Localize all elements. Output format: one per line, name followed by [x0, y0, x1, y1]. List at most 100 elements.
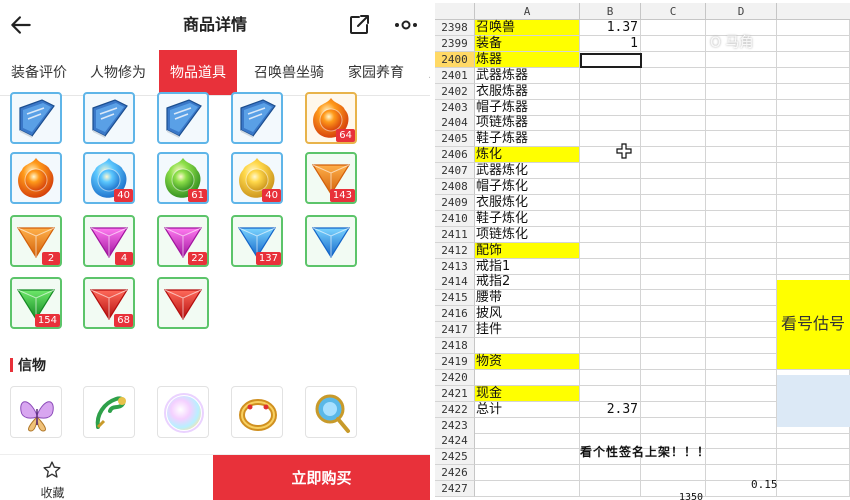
item-slot[interactable]: 4 [83, 215, 135, 267]
row-number[interactable]: 2407 [435, 163, 475, 180]
cell-d[interactable] [706, 353, 777, 370]
token-slot[interactable] [305, 386, 357, 438]
cell-c[interactable] [641, 99, 706, 116]
row-number[interactable]: 2409 [435, 194, 475, 211]
item-slot[interactable]: 68 [83, 277, 135, 329]
cell-d[interactable] [706, 179, 777, 195]
selected-cell-b2400[interactable] [580, 53, 642, 68]
cell-b[interactable] [580, 258, 641, 275]
cell-d[interactable] [706, 99, 777, 116]
cell-a[interactable]: 召唤兽 [475, 20, 580, 36]
cell-e[interactable] [777, 449, 850, 466]
row-number[interactable]: 2415 [435, 290, 475, 307]
cell-b[interactable] [580, 353, 641, 370]
cell-d[interactable] [706, 338, 777, 354]
cell-d[interactable] [706, 163, 777, 180]
buy-now-button[interactable]: 立即购买 [213, 455, 430, 500]
cell-b[interactable] [580, 194, 641, 211]
cell-d[interactable] [706, 322, 777, 339]
cell-a[interactable] [475, 481, 580, 498]
item-slot[interactable] [157, 92, 209, 144]
cell-b[interactable] [580, 417, 641, 434]
favorite-button[interactable]: 收藏 [0, 455, 105, 500]
item-slot[interactable]: 143 [305, 152, 357, 204]
cell-e[interactable] [777, 131, 850, 148]
cell-d[interactable] [706, 306, 777, 323]
cell-d[interactable] [706, 417, 777, 434]
cell-e[interactable] [777, 258, 850, 275]
cell-c[interactable] [641, 306, 706, 323]
row-number[interactable]: 2417 [435, 322, 475, 339]
cell-a[interactable]: 配饰 [475, 242, 580, 259]
cell-b[interactable] [580, 67, 641, 84]
cell-e[interactable] [777, 242, 850, 259]
back-arrow-icon[interactable] [8, 12, 34, 38]
cell-c[interactable] [641, 131, 706, 148]
cell-e[interactable] [777, 115, 850, 132]
row-number[interactable]: 2406 [435, 147, 475, 164]
cell-e[interactable] [777, 163, 850, 180]
cell-b[interactable] [580, 226, 641, 243]
cell-d[interactable] [706, 369, 777, 386]
cell-b[interactable] [580, 179, 641, 195]
row-number[interactable]: 2427 [435, 481, 475, 498]
cell-d[interactable] [706, 115, 777, 132]
token-slot[interactable] [10, 386, 62, 438]
share-icon[interactable] [347, 13, 371, 37]
row-number[interactable]: 2426 [435, 465, 475, 482]
cell-e[interactable] [777, 99, 850, 116]
item-slot[interactable]: 40 [83, 152, 135, 204]
cell-e[interactable] [777, 67, 850, 84]
cell-d[interactable] [706, 385, 777, 402]
tab-4[interactable]: 家园养育 [338, 50, 414, 95]
cell-c[interactable] [641, 226, 706, 243]
cell-d[interactable] [706, 194, 777, 211]
cell-d[interactable] [706, 226, 777, 243]
cell-c[interactable] [641, 35, 706, 52]
cell-a[interactable]: 戒指2 [475, 274, 580, 291]
cell-b[interactable] [580, 290, 641, 307]
cell-a[interactable]: 物资 [475, 353, 580, 370]
row-number[interactable]: 2421 [435, 385, 475, 402]
cell-a[interactable]: 挂件 [475, 322, 580, 339]
cell-e[interactable] [777, 465, 850, 482]
cell-a[interactable]: 腰带 [475, 290, 580, 307]
row-number[interactable]: 2410 [435, 210, 475, 227]
cell-c[interactable] [641, 385, 706, 402]
item-slot[interactable] [10, 152, 62, 204]
cell-d[interactable] [706, 290, 777, 307]
cell-e[interactable] [777, 226, 850, 243]
row-number[interactable]: 2419 [435, 353, 475, 370]
item-slot[interactable]: 64 [305, 92, 357, 144]
cell-a[interactable] [475, 433, 580, 450]
item-slot[interactable]: 137 [231, 215, 283, 267]
cell-b[interactable] [580, 306, 641, 323]
cell-d[interactable] [706, 210, 777, 227]
cell-c[interactable] [641, 83, 706, 100]
cell-a[interactable]: 帽子炼器 [475, 99, 580, 116]
cell-d[interactable] [706, 67, 777, 84]
column-header-c[interactable]: C [641, 3, 706, 20]
cell-c[interactable] [641, 67, 706, 84]
cell-d[interactable] [706, 51, 777, 68]
cell-c[interactable] [641, 147, 706, 164]
tab-2[interactable]: 物品道具 [159, 50, 237, 95]
cell-c[interactable] [641, 417, 706, 434]
cell-a[interactable] [475, 417, 580, 434]
cell-e[interactable] [777, 179, 850, 195]
cell-a[interactable]: 帽子炼化 [475, 179, 580, 195]
cell-b[interactable]: 1 [580, 35, 641, 52]
tab-5[interactable]: 房 [421, 50, 430, 95]
cell-a[interactable]: 鞋子炼化 [475, 210, 580, 227]
cell-b[interactable] [580, 163, 641, 180]
cell-b[interactable] [580, 465, 641, 482]
cell-c[interactable] [641, 163, 706, 180]
item-slot[interactable]: 61 [157, 152, 209, 204]
cell-a[interactable]: 炼器 [475, 51, 580, 68]
cell-c[interactable] [641, 401, 706, 418]
cell-c[interactable] [641, 242, 706, 259]
cell-b[interactable] [580, 338, 641, 354]
cell-c[interactable] [641, 194, 706, 211]
cell-a[interactable] [475, 449, 580, 466]
cell-c[interactable] [641, 179, 706, 195]
